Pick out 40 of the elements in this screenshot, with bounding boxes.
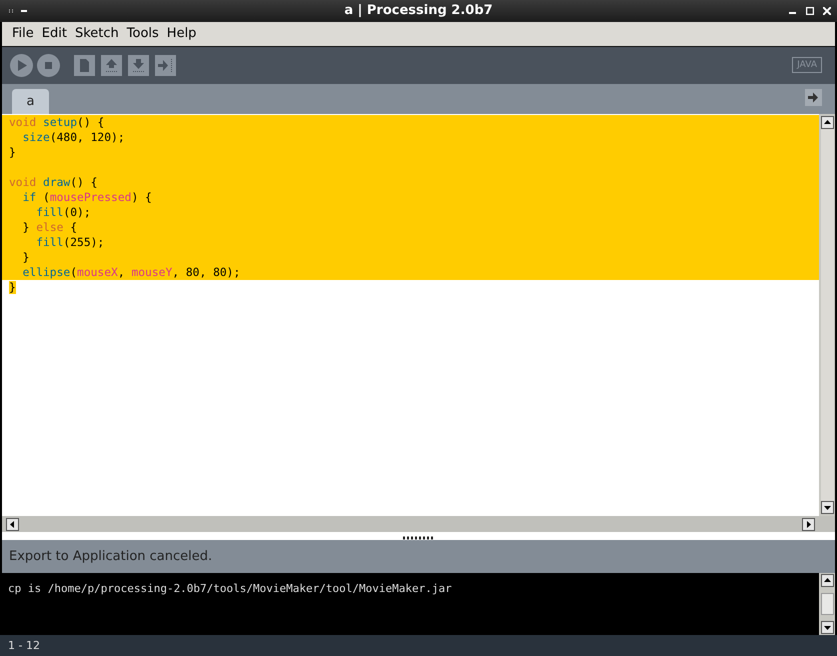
stop-button[interactable] [37,54,60,77]
vertical-scrollbar[interactable] [819,114,835,516]
menu-item[interactable]: Tools [122,26,163,42]
code-line: void draw() { [9,176,98,189]
code-line: } else { [22,220,78,234]
code-line: ellipse(mouseX, mouseY, 80, 80); [22,266,240,279]
maximize-icon[interactable] [806,6,814,15]
menu-item[interactable]: Edit [38,26,71,42]
scroll-right-icon[interactable] [802,518,815,531]
code-line: fill(255); [35,236,104,249]
window-menu-icon[interactable] [21,10,27,12]
console-scrollbar[interactable] [819,573,835,636]
new-file-button[interactable] [74,54,95,76]
open-button[interactable] [101,54,122,76]
line-number-status: 1 - 12 [8,639,40,652]
scroll-down-icon[interactable] [820,501,834,514]
scroll-up-icon[interactable] [820,116,834,129]
code-line: void setup() { [9,116,104,129]
code-line: } [9,146,16,159]
scroll-left-icon[interactable] [6,518,19,531]
horizontal-scrollbar[interactable] [2,516,835,532]
splitter-handle-icon[interactable] [402,536,434,540]
menu-item[interactable]: File [8,26,38,42]
scroll-up-icon[interactable] [820,574,834,588]
code-line: if (mousePressed) { [22,190,152,204]
code-line: } [22,250,30,264]
sketch-tab[interactable]: a [12,88,49,114]
code-line: fill(0); [35,206,91,219]
export-button[interactable] [155,54,176,76]
scroll-down-icon[interactable] [820,621,834,634]
window-title: a | Processing 2.0b7 [344,3,493,18]
arrow-right-icon[interactable] [805,88,822,106]
code-line: size(480, 120); [22,130,125,144]
menu-item[interactable]: Help [162,26,200,42]
status-message: Export to Application canceled. [9,549,212,564]
close-icon[interactable] [823,6,831,15]
save-button[interactable] [128,54,149,76]
run-button[interactable] [10,54,33,77]
menu-item[interactable]: Sketch [70,26,123,42]
console-line: cp is /home/p/processing-2.0b7/tools/MovieMaker/tool/MovieMaker.jar [8,582,452,596]
